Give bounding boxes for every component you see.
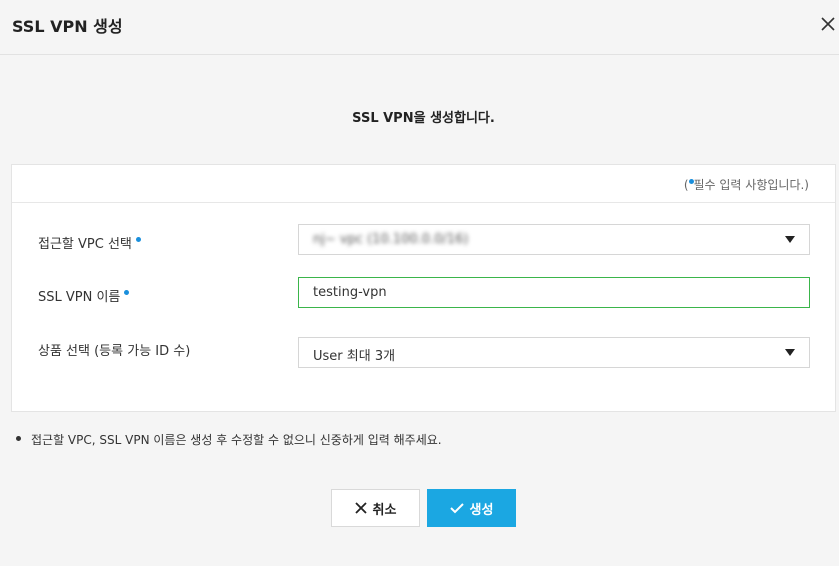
- vpc-select[interactable]: nj~ vpc (10.100.0.0/16): [298, 224, 810, 255]
- vpc-label-text: 접근할 VPC 선택: [38, 237, 132, 252]
- close-button[interactable]: [818, 14, 838, 34]
- vpc-label: 접근할 VPC 선택: [38, 233, 141, 252]
- dialog-subtitle: SSL VPN을 생성합니다.: [352, 111, 495, 126]
- form-panel: ( 필수 입력 사항입니다.) 접근할 VPC 선택 nj~ vpc (10.10…: [11, 164, 836, 412]
- name-label: SSL VPN 이름: [38, 286, 130, 305]
- required-note-open: (: [683, 178, 689, 192]
- product-select-value: User 최대 3개: [313, 349, 396, 364]
- required-note: ( 필수 입력 사항입니다.): [684, 176, 809, 193]
- x-icon: [354, 502, 367, 514]
- caret-down-icon: [785, 349, 795, 356]
- bullet-icon: [16, 436, 21, 441]
- required-dot-icon: [124, 290, 130, 295]
- create-button[interactable]: 생성: [427, 489, 516, 527]
- vpc-select-value: nj~ vpc (10.100.0.0/16): [313, 232, 469, 247]
- vpn-name-value: testing-vpn: [313, 285, 387, 300]
- product-label-text: 상품 선택 (등록 가능 ID 수): [38, 344, 191, 359]
- dialog-title: SSL VPN 생성: [12, 17, 123, 36]
- caret-down-icon: [785, 236, 795, 243]
- check-icon: [449, 503, 464, 514]
- dialog-header: SSL VPN 생성: [0, 0, 839, 55]
- name-label-text: SSL VPN 이름: [38, 290, 121, 305]
- notice: 접근할 VPC, SSL VPN 이름은 생성 후 수정할 수 없으니 신중하게…: [16, 431, 442, 448]
- required-bar: ( 필수 입력 사항입니다.): [12, 165, 835, 203]
- required-dot-icon: [135, 237, 141, 242]
- create-label: 생성: [469, 502, 494, 518]
- vpn-name-input[interactable]: testing-vpn: [298, 277, 810, 308]
- cancel-label: 취소: [372, 502, 397, 518]
- cancel-button[interactable]: 취소: [331, 489, 420, 527]
- close-icon: [821, 17, 835, 31]
- required-note-text: 필수 입력 사항입니다.): [693, 178, 810, 192]
- product-label: 상품 선택 (등록 가능 ID 수): [38, 340, 190, 359]
- product-select[interactable]: User 최대 3개: [298, 337, 810, 368]
- notice-text: 접근할 VPC, SSL VPN 이름은 생성 후 수정할 수 없으니 신중하게…: [31, 433, 442, 447]
